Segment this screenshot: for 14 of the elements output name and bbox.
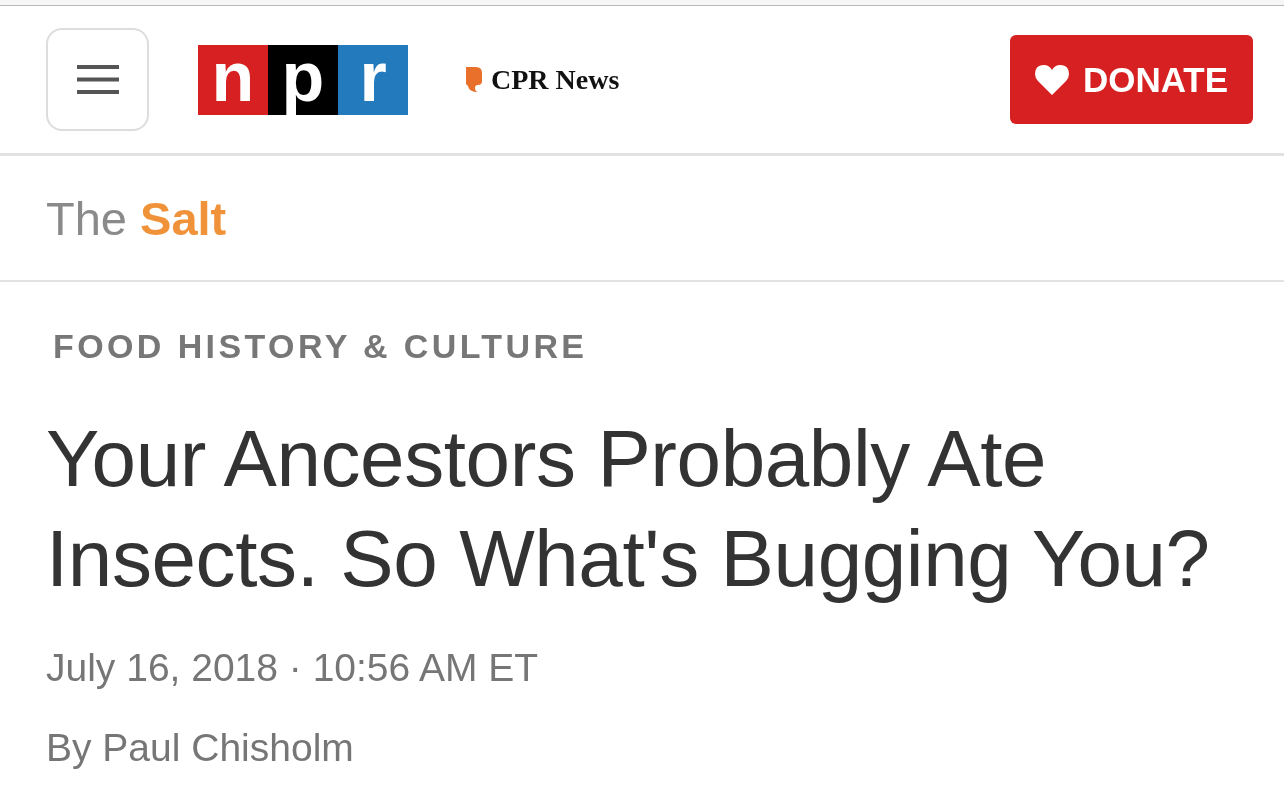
logo-letter: n xyxy=(198,44,268,115)
dateline: July 16, 2018 · 10:56 AM ET xyxy=(46,645,540,691)
menu-icon xyxy=(76,65,119,94)
logo-letter: p xyxy=(268,44,338,115)
menu-button[interactable] xyxy=(46,28,149,131)
headline: Your Ancestors Probably Ate Insects. So What's Bugging You? xyxy=(46,413,1211,605)
logo-mark-icon xyxy=(466,67,482,92)
station-name: CPR News xyxy=(491,65,620,94)
donate-button[interactable]: DONATE xyxy=(1010,35,1253,124)
logo-letter: r xyxy=(338,44,408,115)
heart-icon xyxy=(1034,64,1069,95)
category-link[interactable]: FOOD HISTORY & CULTURE xyxy=(53,327,588,365)
byline: By Paul Chisholm xyxy=(46,725,354,771)
section-title[interactable]: The Salt xyxy=(46,194,227,242)
